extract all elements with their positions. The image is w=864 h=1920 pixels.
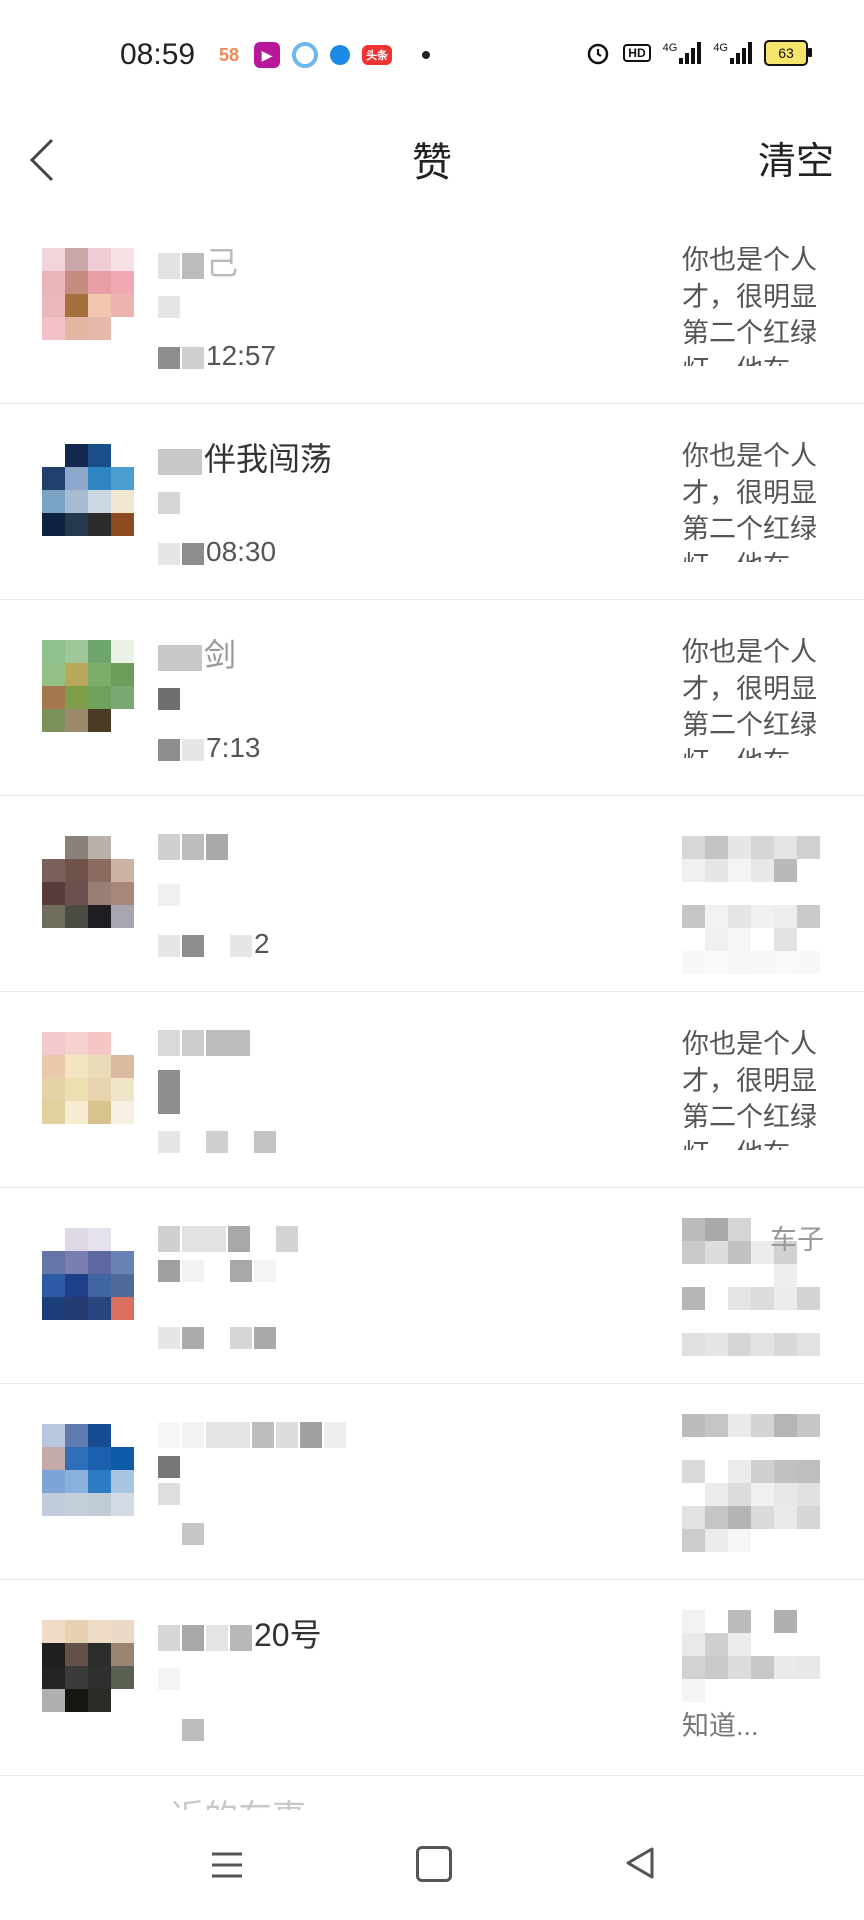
signal-2-icon <box>730 42 752 64</box>
network-label-1: 4G <box>662 42 678 54</box>
comment-thumbnail[interactable] <box>682 1414 824 1554</box>
user-meta <box>158 296 182 323</box>
header-bar: 赞 清空 <box>0 110 864 209</box>
user-meta <box>158 1456 182 1510</box>
home-icon[interactable] <box>416 1846 452 1882</box>
liked-comment[interactable]: 知道... <box>682 1704 759 1743</box>
video-app-icon: ▶ <box>254 42 280 68</box>
clear-button[interactable]: 清空 <box>758 130 834 185</box>
like-time: 2 <box>158 928 270 960</box>
like-time-text: 7:13 <box>206 732 261 763</box>
hd-icon: HD <box>623 44 651 62</box>
list-item[interactable] <box>0 1384 864 1580</box>
like-time <box>158 1516 206 1548</box>
user-meta <box>158 1070 182 1119</box>
user-name-text: 20号 <box>254 1617 322 1653</box>
toutiao-icon: 头条 <box>362 45 392 65</box>
recent-apps-icon[interactable] <box>210 1850 244 1880</box>
user-name[interactable] <box>158 1414 348 1454</box>
like-time <box>158 1320 278 1352</box>
user-name-text: 己 <box>206 245 239 281</box>
status-time: 08:59 <box>120 38 196 71</box>
avatar[interactable] <box>42 1424 134 1516</box>
user-meta <box>158 492 182 519</box>
like-time-text: 12:57 <box>206 340 277 371</box>
user-name[interactable]: 己 <box>158 238 239 281</box>
status-right: HD 4G 4G 63 <box>585 40 812 66</box>
avatar[interactable] <box>42 248 134 340</box>
user-name[interactable] <box>158 1022 252 1062</box>
liked-comment[interactable]: 你也是个人才，很明显第二个红绿灯，他在... <box>682 438 824 562</box>
list-item[interactable]: 己 12:57 你也是个人才，很明显第二个红绿灯，他在... <box>0 208 864 404</box>
comment-thumbnail[interactable] <box>682 836 824 976</box>
avatar[interactable] <box>42 640 134 732</box>
like-time: 08:30 <box>158 536 276 568</box>
like-time-text: 08:30 <box>206 536 277 567</box>
status-bar: 08:59 58 ▶ 头条 HD 4G 4G 63 <box>0 0 864 110</box>
battery-icon: 63 <box>764 40 812 66</box>
likes-list: 己 12:57 你也是个人才，很明显第二个红绿灯，他在... 伴我闯荡 08:3… <box>0 208 864 1776</box>
system-nav-bar <box>0 1810 864 1920</box>
browser-icon <box>292 42 318 68</box>
app-58-icon: 58 <box>218 44 240 65</box>
battery-level: 63 <box>778 45 794 61</box>
back-triangle-icon[interactable] <box>624 1846 656 1880</box>
user-name-text: 剑 <box>204 637 237 673</box>
avatar[interactable] <box>42 1620 134 1712</box>
signal-1-icon <box>679 42 702 64</box>
liked-comment[interactable]: 你也是个人才，很明显第二个红绿灯，他在... <box>682 242 824 366</box>
user-meta <box>158 1260 278 1287</box>
user-name[interactable]: 伴我闯荡 <box>158 434 333 477</box>
list-item[interactable]: 伴我闯荡 08:30 你也是个人才，很明显第二个红绿灯，他在... <box>0 404 864 600</box>
liked-comment[interactable]: 你也是个人才，很明显第二个红绿灯，他在... <box>682 1026 824 1150</box>
like-time <box>158 1712 206 1744</box>
user-meta <box>158 1668 182 1695</box>
network-label-2: 4G <box>713 42 728 54</box>
liked-comment[interactable]: 你也是个人才，很明显第二个红绿灯，他在... <box>682 634 824 758</box>
notification-icons: 58 ▶ 头条 <box>216 42 430 68</box>
avatar[interactable] <box>42 836 134 928</box>
user-meta <box>158 688 182 715</box>
user-name[interactable]: 剑 <box>158 630 237 673</box>
like-time: 7:13 <box>158 732 261 764</box>
liked-comment[interactable]: 车子 <box>770 1218 824 1257</box>
like-time-text: 2 <box>254 928 270 959</box>
dot-app-icon <box>330 45 350 65</box>
list-item[interactable]: 你也是个人才，很明显第二个红绿灯，他在... <box>0 992 864 1188</box>
list-item[interactable]: 2 <box>0 796 864 992</box>
list-item[interactable]: 车子 <box>0 1188 864 1384</box>
list-item[interactable]: 剑 7:13 你也是个人才，很明显第二个红绿灯，他在... <box>0 600 864 796</box>
user-meta <box>158 884 182 911</box>
more-notifications-dot <box>422 51 430 59</box>
like-time <box>158 1124 278 1156</box>
user-name-text: 伴我闯荡 <box>204 441 333 477</box>
list-item[interactable]: 20号 知道... <box>0 1580 864 1776</box>
like-time: 12:57 <box>158 340 276 372</box>
avatar[interactable] <box>42 1032 134 1124</box>
user-name[interactable]: 20号 <box>158 1610 322 1653</box>
avatar[interactable] <box>42 444 134 536</box>
user-name[interactable] <box>158 826 230 866</box>
page-title: 赞 <box>412 141 452 185</box>
user-name[interactable] <box>158 1218 300 1258</box>
alarm-icon <box>588 43 609 65</box>
avatar[interactable] <box>42 1228 134 1320</box>
